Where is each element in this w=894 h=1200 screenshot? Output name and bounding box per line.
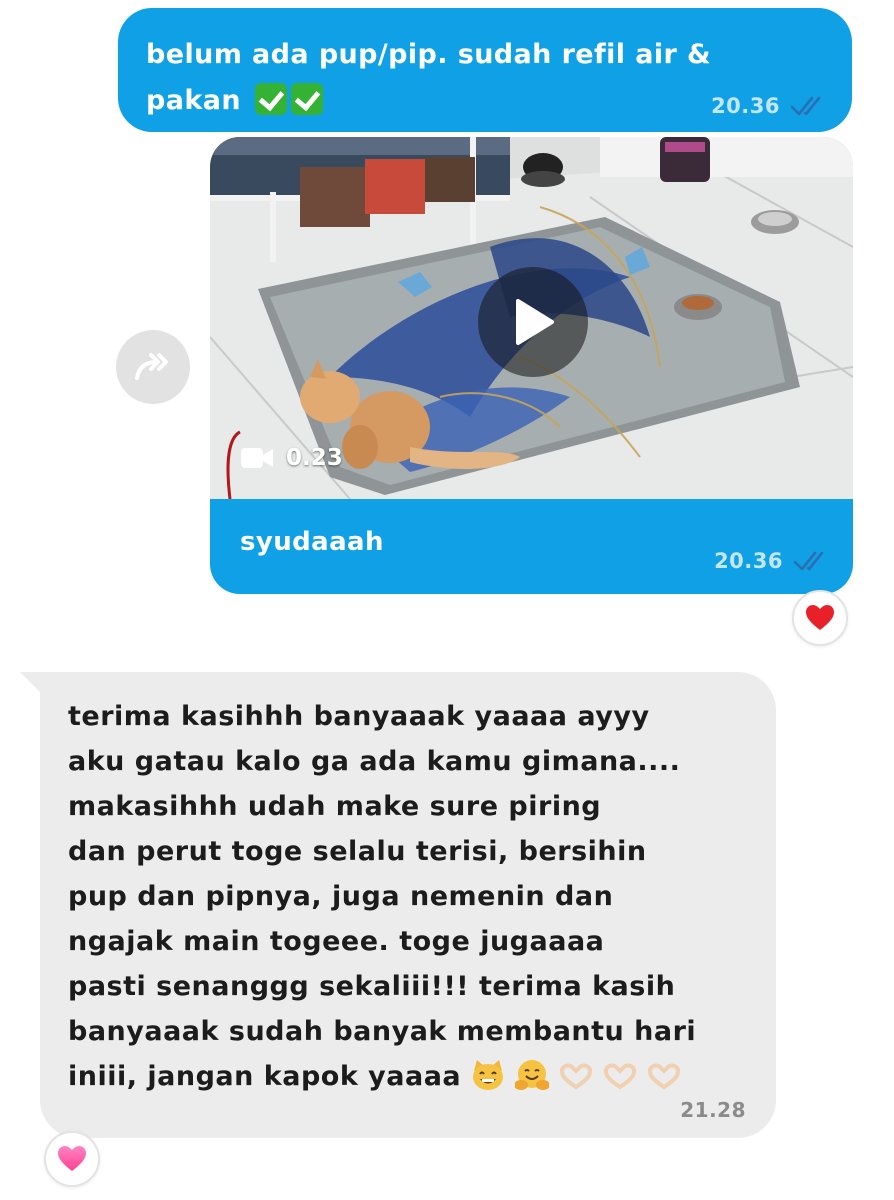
play-icon <box>516 299 554 345</box>
message-reaction-pink-heart[interactable] <box>44 1131 100 1187</box>
message-text: terima kasihhh banyaaak yaaaa ayyy aku g… <box>68 694 758 1099</box>
message-time: 20.36 <box>714 549 783 573</box>
check-mark-emoji <box>254 83 287 115</box>
video-duration: 0.23 <box>240 445 343 471</box>
pink-heart-icon <box>58 1146 86 1171</box>
video-camera-icon <box>241 448 273 468</box>
message-line: dan perut toge selalu terisi, bersihin <box>68 836 647 867</box>
message-meta: 20.36 <box>714 549 833 573</box>
red-heart-icon <box>806 605 834 630</box>
play-button[interactable] <box>478 267 588 377</box>
incoming-bubble-tail <box>20 672 42 694</box>
message-line: aku gatau kalo ga ada kamu gimana.... <box>68 746 681 777</box>
message-line: terima kasihhh banyaaak yaaaa ayyy <box>68 701 650 732</box>
double-check-icon <box>790 96 821 116</box>
incoming-message-bubble[interactable]: terima kasihhh banyaaak yaaaa ayyy aku g… <box>40 672 776 1138</box>
message-line: iniii, jangan kapok yaaaa <box>68 1061 462 1092</box>
message-line: ngajak main togeee. toge jugaaaa <box>68 926 605 957</box>
video-caption: syudaaah <box>240 527 384 557</box>
video-duration-text: 0.23 <box>286 445 343 471</box>
outgoing-video-bubble[interactable]: 0.23 syudaaah 20.36 <box>210 137 853 594</box>
message-time: 21.28 <box>680 1098 746 1122</box>
message-line: makasihhh udah make sure piring <box>68 791 602 822</box>
outgoing-message-bubble[interactable]: belum ada pup/pip. sudah refil air & pak… <box>118 8 852 132</box>
double-check-icon <box>793 551 824 571</box>
message-line: pasti senanggg sekaliii!!! terima kasih <box>68 971 676 1002</box>
grinning-cat-emoji <box>473 1060 504 1090</box>
message-line: pup dan pipnya, juga nemenin dan <box>68 881 614 912</box>
heart-hands-emoji <box>603 1063 636 1090</box>
message-reaction-red-heart[interactable] <box>792 590 848 646</box>
message-line-last: iniii, jangan kapok yaaaa <box>68 1054 758 1099</box>
heart-hands-emoji <box>647 1063 680 1090</box>
message-meta: 20.36 <box>711 94 830 118</box>
message-line: banyaaak sudah banyak membantu hari <box>68 1016 697 1047</box>
video-thumbnail[interactable]: 0.23 <box>210 137 853 499</box>
hugging-face-emoji <box>514 1060 549 1090</box>
forward-icon <box>135 353 168 380</box>
message-text: belum ada pup/pip. sudah refil air & pak… <box>146 39 711 116</box>
forward-button[interactable] <box>116 330 190 404</box>
heart-hands-emoji <box>559 1063 592 1090</box>
check-mark-emoji <box>290 83 323 115</box>
message-time: 20.36 <box>711 94 780 118</box>
